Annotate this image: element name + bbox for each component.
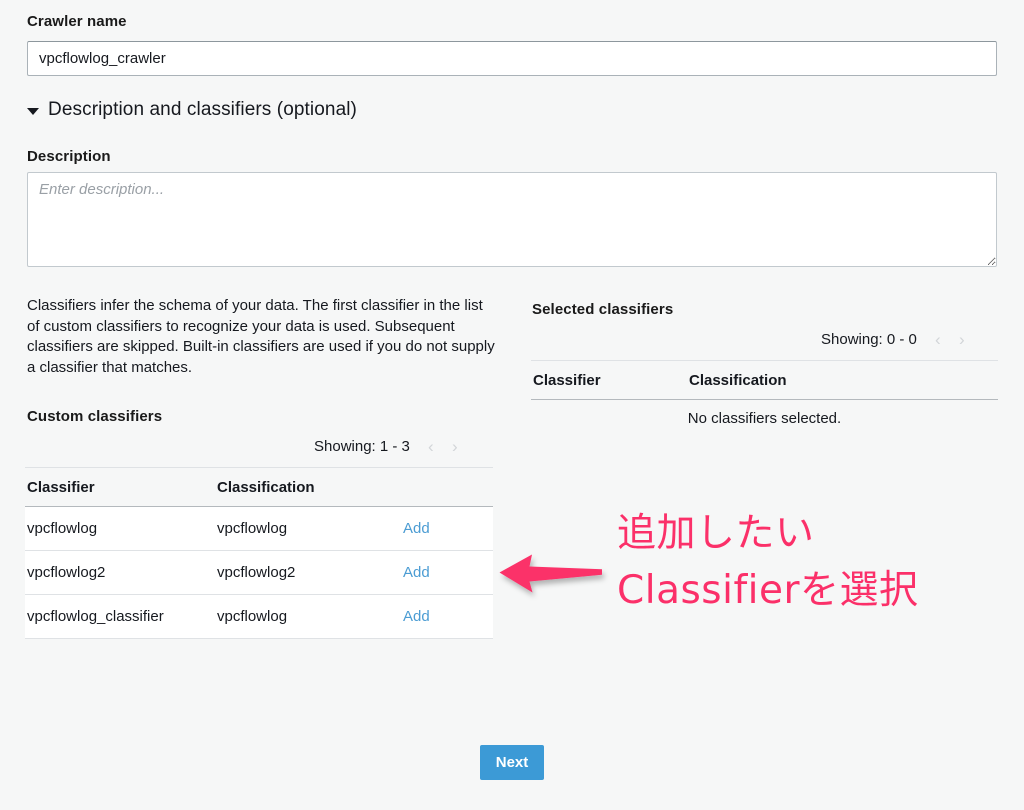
add-classifier-link[interactable]: Add <box>403 520 430 537</box>
selected-classifiers-table: Classifier Classification No classifiers… <box>531 360 998 436</box>
cell-action: Add <box>403 506 493 551</box>
custom-classifiers-table: Classifier Classification vpcflowlog vpc… <box>25 467 493 639</box>
cell-classification: vpcflowlog <box>217 506 403 551</box>
cell-classifier: vpcflowlog2 <box>25 550 217 595</box>
add-classifier-link[interactable]: Add <box>403 608 430 625</box>
column-header-classification: Classification <box>689 360 998 400</box>
description-and-classifiers-disclosure[interactable]: Description and classifiers (optional) <box>27 99 357 121</box>
table-row[interactable]: vpcflowlog vpcflowlog Add <box>25 506 493 551</box>
description-label: Description <box>27 148 111 165</box>
table-header-row: Classifier Classification <box>531 360 998 400</box>
column-header-classifier: Classifier <box>25 467 217 507</box>
cell-action: Add <box>403 550 493 595</box>
cell-action: Add <box>403 594 493 639</box>
add-classifier-link[interactable]: Add <box>403 564 430 581</box>
empty-state-message: No classifiers selected. <box>687 409 842 427</box>
description-textarea[interactable] <box>27 172 997 267</box>
table-empty-row: No classifiers selected. <box>531 400 998 437</box>
cell-classification: vpcflowlog <box>217 594 403 639</box>
next-page-icon[interactable]: › <box>951 331 973 348</box>
previous-page-icon[interactable]: ‹ <box>927 331 949 348</box>
cell-classifier: vpcflowlog_classifier <box>25 594 217 639</box>
selected-classifiers-heading: Selected classifiers <box>532 301 674 318</box>
disclosure-label: Description and classifiers (optional) <box>48 99 357 120</box>
selected-classifiers-showing-count: Showing: 0 - 0 <box>821 331 917 348</box>
crawler-name-input[interactable] <box>27 41 997 76</box>
column-header-action <box>403 467 493 507</box>
next-page-icon[interactable]: › <box>444 438 466 455</box>
table-row[interactable]: vpcflowlog2 vpcflowlog2 Add <box>25 550 493 595</box>
cell-classification: vpcflowlog2 <box>217 550 403 595</box>
previous-page-icon[interactable]: ‹ <box>420 438 442 455</box>
annotation-text: 追加したい Classifierを選択 <box>617 511 919 613</box>
custom-classifiers-pagination: Showing: 1 - 3 ‹ › <box>314 438 466 455</box>
annotation-arrow-icon <box>499 554 602 593</box>
table-row[interactable]: vpcflowlog_classifier vpcflowlog Add <box>25 594 493 639</box>
table-header-row: Classifier Classification <box>25 467 493 507</box>
next-button[interactable]: Next <box>480 745 544 780</box>
column-header-classifier: Classifier <box>531 360 689 400</box>
cell-classifier: vpcflowlog <box>25 506 217 551</box>
classifier-help-text: Classifiers infer the schema of your dat… <box>27 297 495 376</box>
column-header-classification: Classification <box>217 467 403 507</box>
custom-classifiers-showing-count: Showing: 1 - 3 <box>314 438 410 455</box>
crawler-wizard-page: Crawler name Description and classifiers… <box>0 0 1024 810</box>
chevron-down-icon <box>27 108 39 115</box>
crawler-name-label: Crawler name <box>27 13 127 30</box>
selected-classifiers-pagination: Showing: 0 - 0 ‹ › <box>821 331 973 348</box>
custom-classifiers-heading: Custom classifiers <box>27 408 163 425</box>
